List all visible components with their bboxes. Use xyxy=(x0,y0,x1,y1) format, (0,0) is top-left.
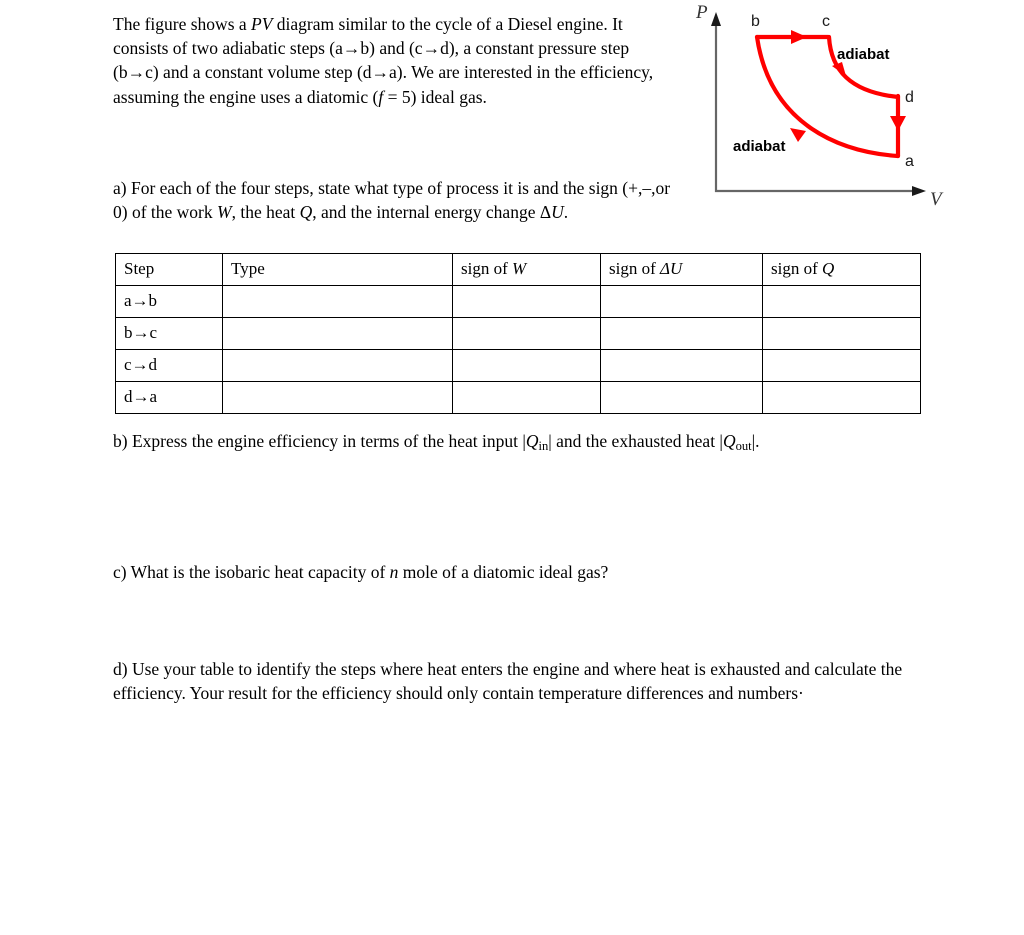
arrow-a-to-b xyxy=(790,128,806,142)
question-b-paragraph: b) Express the engine efficiency in term… xyxy=(113,429,953,458)
question-a-paragraph: a) For each of the four steps, state wha… xyxy=(113,176,673,224)
cell-sign-du[interactable] xyxy=(600,317,763,350)
table-header-row: Step Type sign of W sign of ΔU sign of Q xyxy=(115,253,921,286)
question-d-paragraph: d) Use your table to identify the steps … xyxy=(113,659,903,704)
question-a-part4: . xyxy=(563,202,569,223)
cell-sign-q[interactable] xyxy=(762,317,921,350)
table-row: c→d xyxy=(115,349,921,382)
header-sign-q-prefix: sign of xyxy=(771,259,822,279)
cell-type[interactable] xyxy=(222,317,453,350)
q-out-symbol: Q xyxy=(722,431,736,451)
header-type: Type xyxy=(222,253,453,286)
question-c-paragraph: c) What is the isobaric heat capacity of… xyxy=(113,560,813,584)
question-c-part1: c) What is the isobaric heat capacity of xyxy=(113,562,390,582)
cell-type[interactable] xyxy=(222,285,453,318)
question-b-part3: |. xyxy=(751,431,760,451)
header-sign-q: sign of Q xyxy=(762,253,921,286)
axis-label-v: V xyxy=(930,189,944,210)
question-b-part1: b) Express the engine efficiency in term… xyxy=(113,431,526,451)
q-in-symbol: Q xyxy=(525,431,539,451)
adiabat-label-upper: adiabat xyxy=(837,46,890,63)
cell-step: b→c xyxy=(115,317,223,350)
question-c-part2: mole of a diatomic ideal gas? xyxy=(398,562,609,582)
cell-sign-du[interactable] xyxy=(600,381,763,414)
intro-paragraph: The figure shows a PV diagram similar to… xyxy=(113,12,673,109)
header-sign-w-symbol: W xyxy=(512,259,527,279)
table-row: a→b xyxy=(115,285,921,318)
point-label-a: a xyxy=(905,153,914,170)
cell-sign-du[interactable] xyxy=(600,349,763,382)
question-a-part3: , and the internal energy change Δ xyxy=(312,202,552,223)
intro-text-part3: = 5) ideal gas. xyxy=(383,86,487,107)
cell-type[interactable] xyxy=(222,349,453,382)
header-sign-du-prefix: sign of xyxy=(609,259,660,279)
document-page: The figure shows a PV diagram similar to… xyxy=(0,0,1024,935)
header-sign-w-prefix: sign of xyxy=(461,259,512,279)
cell-sign-w[interactable] xyxy=(452,349,601,382)
process-signs-table: Step Type sign of W sign of ΔU sign of Q… xyxy=(115,253,921,414)
q-in-subscript: in xyxy=(538,438,549,453)
w-symbol: W xyxy=(217,202,232,223)
diagram-axes xyxy=(711,12,926,196)
arrow-b-to-c xyxy=(791,30,807,44)
cell-sign-w[interactable] xyxy=(452,381,601,414)
arrow-d-to-a xyxy=(890,116,906,131)
cell-sign-w[interactable] xyxy=(452,285,601,318)
question-b-part2: | and the exhausted heat | xyxy=(548,431,723,451)
axis-label-p: P xyxy=(695,2,708,23)
table-row: b→c xyxy=(115,317,921,350)
cell-type[interactable] xyxy=(222,381,453,414)
header-sign-du: sign of ΔU xyxy=(600,253,763,286)
point-label-c: c xyxy=(822,13,830,30)
cell-sign-q[interactable] xyxy=(762,349,921,382)
header-sign-q-symbol: Q xyxy=(822,259,835,279)
question-a-part2: , the heat xyxy=(231,202,300,223)
intro-text-part1: The figure shows a xyxy=(113,14,252,34)
pv-symbol: PV xyxy=(251,14,273,34)
cell-sign-w[interactable] xyxy=(452,317,601,350)
pv-diagram-figure: P V b c d a adiabat adiabat xyxy=(690,0,1024,215)
adiabat-label-lower: adiabat xyxy=(733,138,786,155)
header-sign-du-symbol: ΔU xyxy=(660,259,683,279)
u-symbol: U xyxy=(551,202,564,223)
q-out-subscript: out xyxy=(735,438,752,453)
header-step: Step xyxy=(115,253,223,286)
table-row: d→a xyxy=(115,381,921,414)
cell-step: a→b xyxy=(115,285,223,318)
cell-sign-q[interactable] xyxy=(762,285,921,318)
cell-step: d→a xyxy=(115,381,223,414)
cell-sign-du[interactable] xyxy=(600,285,763,318)
cell-step: c→d xyxy=(115,349,223,382)
point-label-b: b xyxy=(751,13,760,30)
q-symbol: Q xyxy=(299,202,313,223)
point-label-d: d xyxy=(905,89,914,106)
cell-sign-q[interactable] xyxy=(762,381,921,414)
header-sign-w: sign of W xyxy=(452,253,601,286)
